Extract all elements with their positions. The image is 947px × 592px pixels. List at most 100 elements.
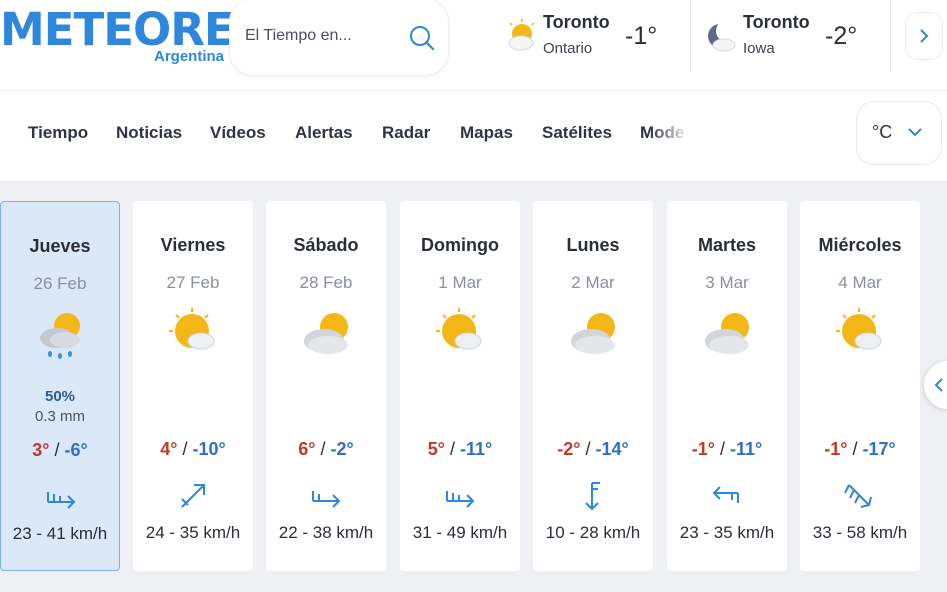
city-temperature: -2°	[825, 22, 858, 50]
precipitation-probability: 50%	[44, 388, 76, 405]
day-name: Miércoles	[818, 235, 902, 255]
precipitation-amount: 0.3 mm	[34, 408, 85, 425]
max-temperature: 3°	[32, 440, 50, 460]
nav-alertas[interactable]: Alertas	[295, 123, 353, 143]
wind-speed: 23 - 35 km/h	[679, 523, 775, 542]
site-header: METEORED Argentina El Tiempo en... Toron…	[0, 0, 947, 88]
sun-small-cloud-icon	[836, 308, 882, 350]
wind-arrow-northeast-icon	[181, 484, 205, 508]
chevron-left-icon	[934, 378, 943, 392]
meteored-logo[interactable]: METEORED Argentina	[0, 4, 271, 74]
city-temperature: -1°	[625, 22, 658, 50]
nav-modelos[interactable]: Mode	[640, 119, 700, 149]
day-name: Jueves	[29, 236, 91, 256]
max-temperature: 6°	[298, 439, 316, 459]
temperature-range: 3° / -6°	[32, 440, 88, 460]
temperature-unit-select[interactable]: °C	[856, 101, 942, 165]
wind-arrow-east-icon	[446, 491, 475, 508]
nav-radar[interactable]: Radar	[382, 123, 430, 143]
wind-speed: 22 - 38 km/h	[278, 523, 374, 542]
forecast-day-card[interactable]: Sábado 28 Feb 6° / -2° 22 - 38 km/h	[266, 201, 386, 571]
day-date: 4 Mar	[838, 273, 882, 292]
day-name: Domingo	[421, 235, 499, 255]
cloud-sun-icon	[304, 313, 348, 354]
wind-arrow-east-icon	[47, 492, 76, 509]
city-region: Iowa	[743, 40, 775, 57]
nav-videos[interactable]: Vídeos	[210, 123, 266, 143]
forecast-day-card[interactable]: Miércoles 4 Mar -1° / -17° 33 - 58 km/h	[800, 201, 920, 571]
temperature-range: 4° / -10°	[160, 439, 226, 459]
temperature-range: -1° / -17°	[824, 439, 896, 459]
min-temperature: -11°	[460, 439, 493, 459]
wind-arrow-east-icon	[312, 491, 341, 508]
temperature-range: -2° / -14°	[557, 439, 629, 459]
day-name: Martes	[697, 235, 757, 255]
sun-small-cloud-icon	[169, 308, 215, 350]
forecast-day-card[interactable]: Viernes 27 Feb 4° / -10° 24 - 35 km/h	[133, 201, 253, 571]
day-date: 26 Feb	[33, 274, 87, 293]
wind-speed: 33 - 58 km/h	[812, 523, 908, 542]
day-name: Lunes	[566, 235, 620, 255]
forecast-day-card[interactable]: Jueves 26 Feb 50% 0.3 mm 3° / -6° 23 - 4…	[0, 201, 120, 571]
sun-cloud-rain-icon	[40, 313, 80, 359]
logo-country: Argentina	[153, 48, 224, 65]
city-region: Ontario	[543, 40, 593, 57]
city-divider	[690, 0, 691, 72]
day-name: Sábado	[293, 235, 359, 255]
nav-modelos-label: Mode	[640, 123, 685, 142]
day-date: 2 Mar	[571, 273, 615, 292]
forecast-day-card[interactable]: Lunes 2 Mar -2° / -14° 10 - 28 km/h	[533, 201, 653, 571]
main-nav: Tiempo Noticias Vídeos Alertas Radar Map…	[0, 90, 947, 178]
search-box[interactable]: El Tiempo en...	[229, 0, 449, 76]
temperature-range: -1° / -11°	[691, 439, 763, 459]
forecast-strip: Jueves 26 Feb 50% 0.3 mm 3° / -6° 23 - 4…	[0, 181, 947, 592]
nav-noticias[interactable]: Noticias	[116, 123, 182, 143]
max-temperature: -1°	[824, 439, 848, 459]
wind-speed: 10 - 28 km/h	[545, 523, 641, 542]
day-date: 1 Mar	[438, 273, 482, 292]
cloud-sun-icon	[705, 313, 749, 354]
min-temperature: -11°	[729, 439, 763, 459]
nav-satelites[interactable]: Satélites	[542, 123, 612, 143]
partly-cloudy-sun-icon	[508, 19, 535, 51]
sun-small-cloud-icon	[436, 308, 482, 350]
city-name: Toronto	[743, 12, 810, 32]
chevron-down-icon	[908, 128, 922, 137]
max-temperature: 4°	[160, 439, 178, 459]
search-input[interactable]: El Tiempo en...	[245, 27, 352, 45]
wind-arrow-south-icon	[585, 482, 600, 511]
chevron-right-icon	[920, 29, 929, 43]
cloud-sun-icon	[571, 313, 615, 354]
max-temperature: 5°	[427, 439, 445, 459]
forecast-day-card[interactable]: Domingo 1 Mar 5° / -11° 31 - 49 km/h	[400, 201, 520, 571]
day-date: 27 Feb	[166, 273, 220, 292]
unit-label: °C	[872, 122, 893, 142]
city-name: Toronto	[543, 12, 610, 32]
temperature-range: 6° / -2°	[298, 439, 354, 459]
forecast-expand-tab[interactable]	[924, 361, 947, 409]
search-icon[interactable]	[408, 24, 436, 52]
day-date: 3 Mar	[705, 273, 749, 292]
nav-tiempo[interactable]: Tiempo	[28, 123, 88, 143]
next-city-button[interactable]	[905, 12, 943, 60]
wind-arrow-southeast-icon	[844, 484, 872, 508]
min-temperature: -10°	[192, 439, 226, 459]
min-temperature: -14°	[595, 439, 629, 459]
min-temperature: -2°	[330, 439, 354, 459]
day-date: 28 Feb	[299, 273, 353, 292]
city-divider	[890, 0, 891, 72]
wind-speed: 24 - 35 km/h	[145, 523, 241, 542]
recent-city-toronto-ontario[interactable]: Toronto Ontario -1°	[500, 0, 688, 76]
day-name: Viernes	[160, 235, 226, 255]
wind-arrow-west-icon	[712, 486, 739, 503]
nav-mapas[interactable]: Mapas	[460, 123, 513, 143]
temperature-range: 5° / -11°	[427, 439, 493, 459]
max-temperature: -1°	[691, 439, 715, 459]
wind-speed: 23 - 41 km/h	[12, 524, 108, 543]
max-temperature: -2°	[557, 439, 581, 459]
min-temperature: -17°	[862, 439, 896, 459]
forecast-day-card[interactable]: Martes 3 Mar -1° / -11° 23 - 35 km/h	[667, 201, 787, 571]
wind-speed: 31 - 49 km/h	[412, 523, 508, 542]
min-temperature: -6°	[64, 440, 88, 460]
recent-city-toronto-iowa[interactable]: Toronto Iowa -2°	[700, 0, 888, 76]
